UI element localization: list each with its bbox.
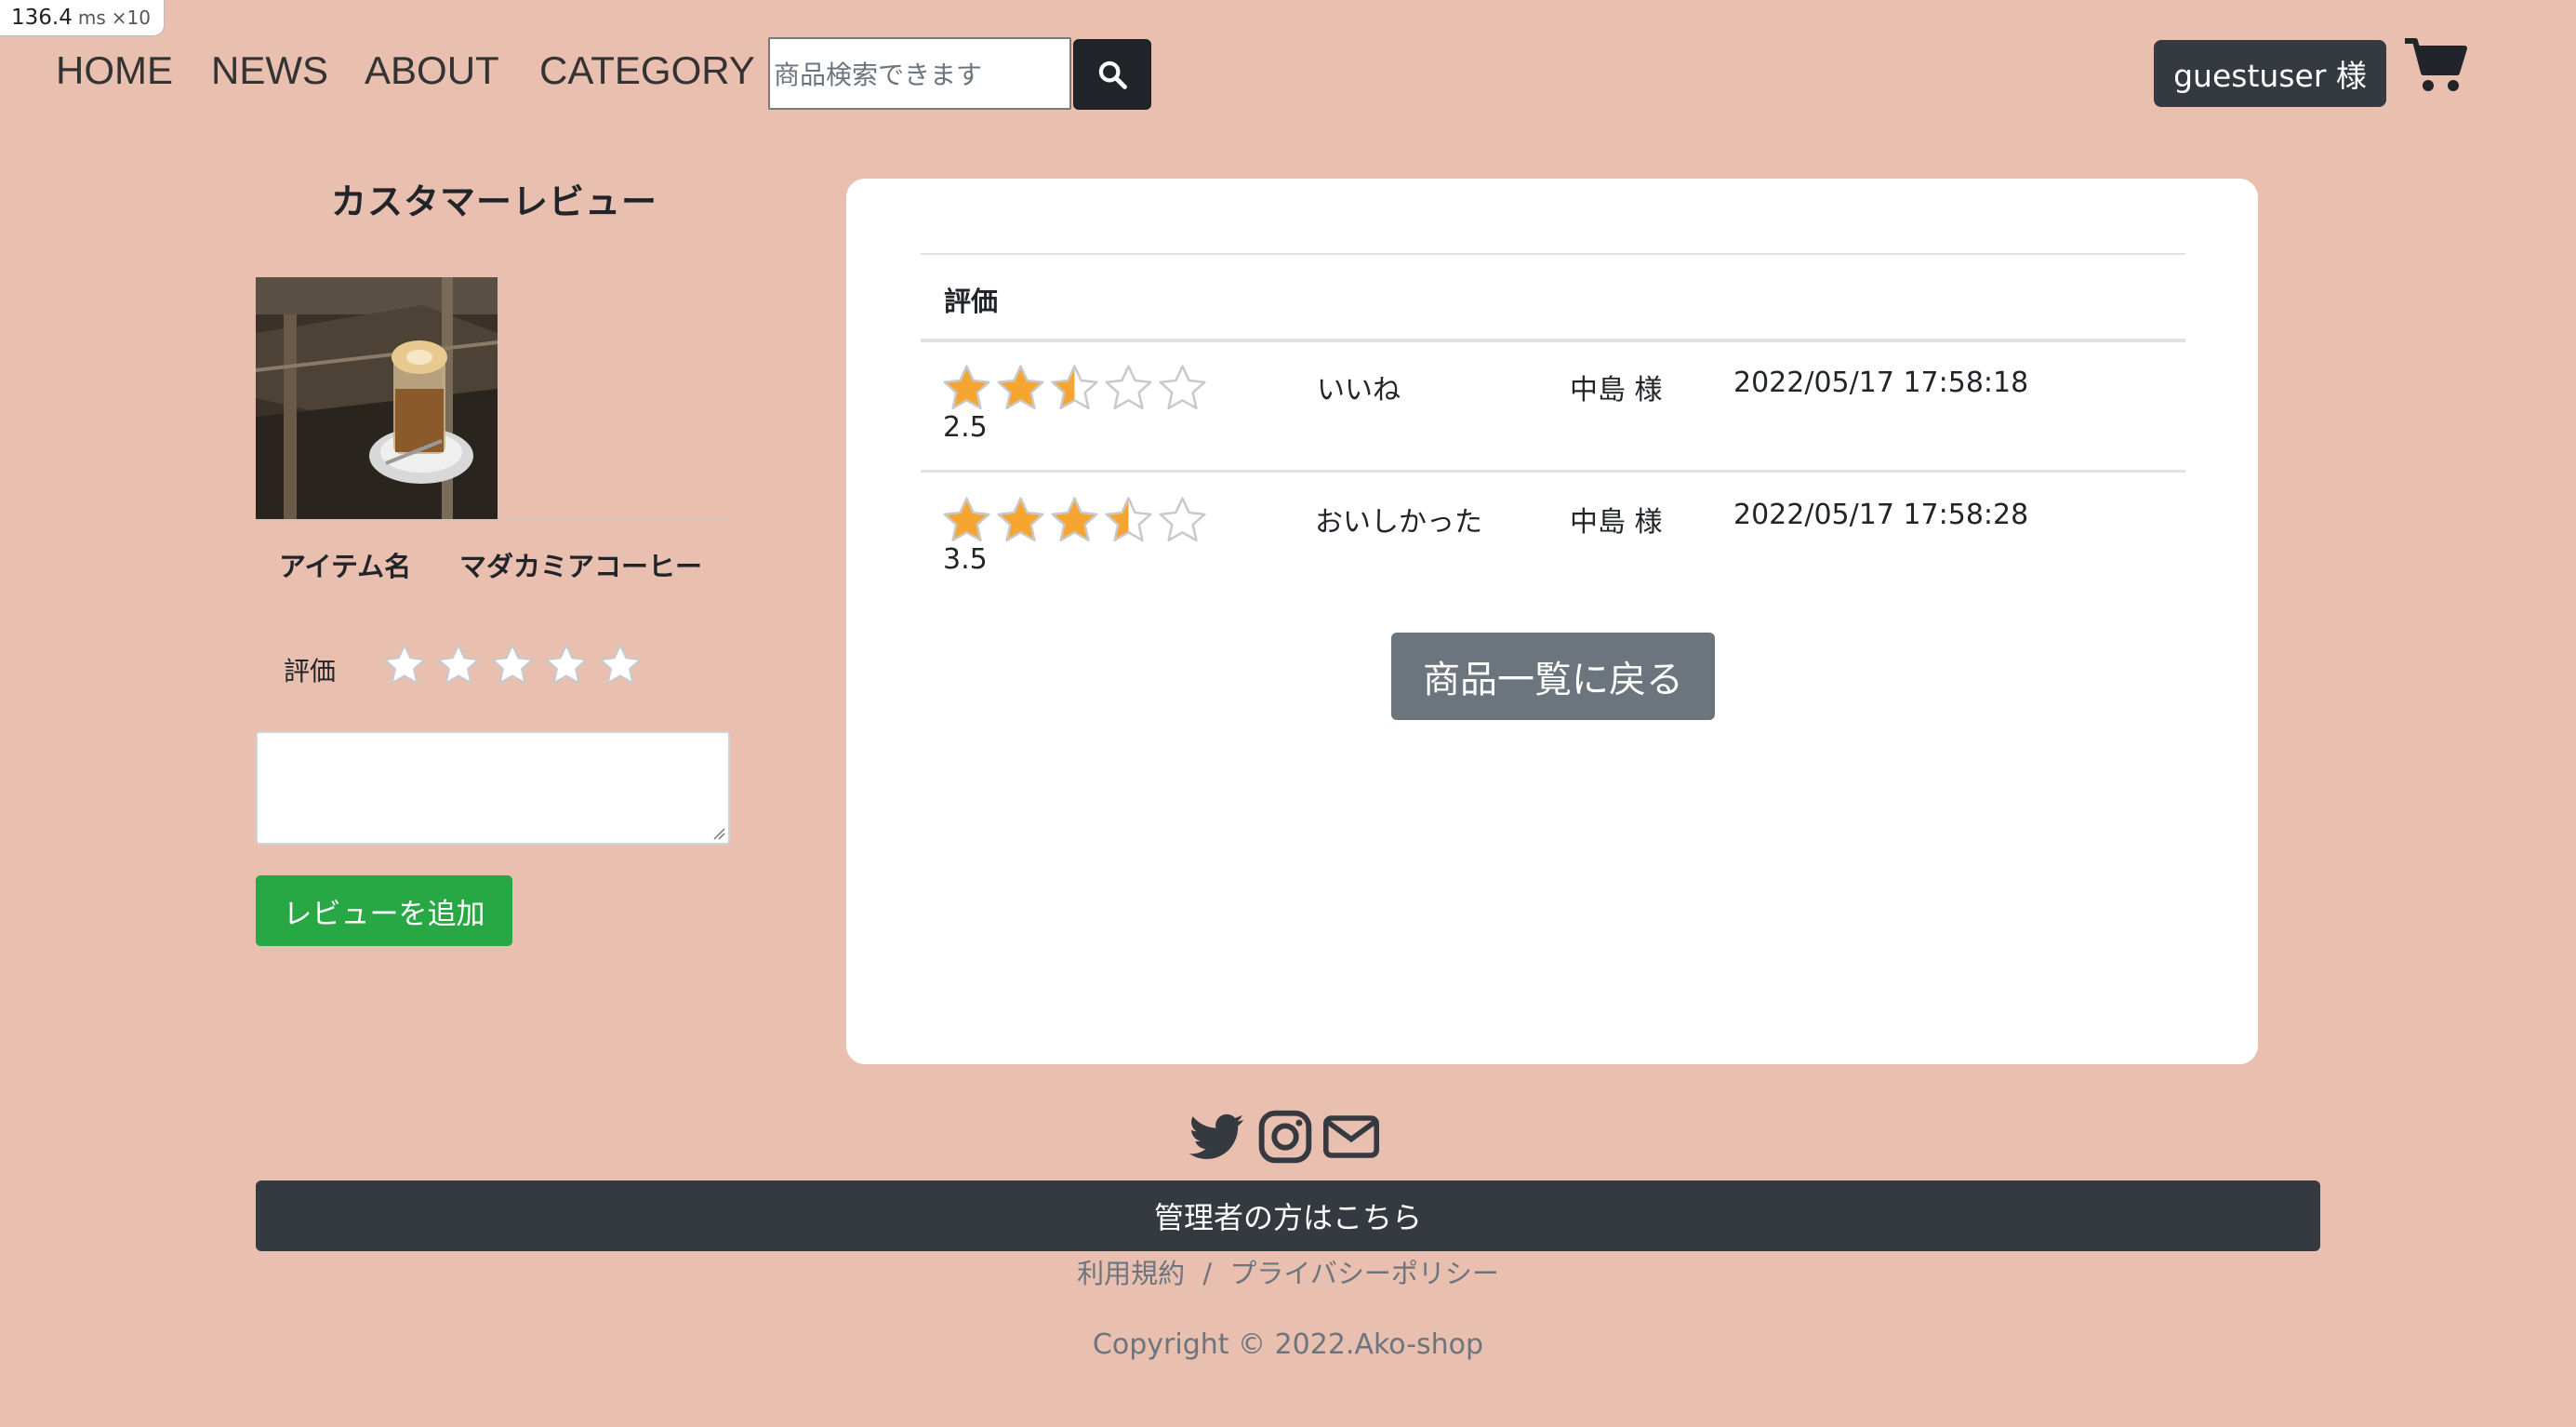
cart-icon[interactable]	[2403, 35, 2468, 95]
copyright-text: Copyright © 2022.Ako-shop	[1092, 1328, 1484, 1361]
twitter-icon[interactable]	[1187, 1107, 1246, 1167]
review-date: 2022/05/17 17:58:28	[1733, 499, 2029, 531]
search-input[interactable]: 商品検索できます	[768, 37, 1071, 110]
admin-link-button[interactable]: 管理者の方はこちら	[256, 1180, 2320, 1251]
terms-link[interactable]: 利用規約	[1077, 1258, 1185, 1289]
divider	[256, 519, 730, 521]
review-title: カスタマーレビュー	[331, 181, 658, 222]
review-rating-stars	[941, 495, 1208, 546]
table-header-rating: 評価	[944, 286, 999, 317]
review-user: 中島 様	[1570, 374, 1663, 407]
search-icon	[1098, 60, 1127, 89]
star-icon	[1051, 497, 1098, 542]
nav-category-link[interactable]: CATEGORY	[539, 43, 755, 99]
star-icon	[1105, 497, 1152, 542]
star-icon	[997, 497, 1044, 542]
nav-news-link[interactable]: NEWS	[211, 43, 328, 99]
table-header-border	[921, 339, 2185, 342]
star-icon	[1105, 365, 1152, 410]
search-button[interactable]	[1073, 39, 1151, 110]
perf-badge: 136.4 ms ×10	[0, 0, 165, 36]
nav-about-link[interactable]: ABOUT	[365, 43, 499, 99]
table-top-border	[921, 253, 2185, 255]
star-icon	[943, 497, 990, 542]
review-comment: いいね	[1317, 374, 1401, 407]
review-rating-value: 3.5	[943, 543, 988, 576]
table-row-border	[921, 470, 2185, 473]
footer-links: 利用規約 / プライバシーポリシー	[0, 1252, 2576, 1291]
review-date: 2022/05/17 17:58:18	[1733, 367, 2029, 399]
reviews-card	[846, 179, 2258, 1064]
item-name-label: アイテム名	[279, 551, 412, 582]
add-review-button[interactable]: レビューを追加	[256, 875, 512, 946]
star-icon	[997, 365, 1044, 410]
resize-handle-icon[interactable]	[710, 825, 725, 840]
star-icon	[1051, 365, 1098, 410]
footer-separator: /	[1202, 1258, 1213, 1289]
review-comment: おいしかった	[1315, 506, 1482, 539]
privacy-policy-link[interactable]: プライバシーポリシー	[1229, 1258, 1498, 1289]
perf-value: 136.4	[11, 6, 73, 30]
nav-home-link[interactable]: HOME	[56, 43, 173, 99]
review-textarea[interactable]	[256, 731, 730, 845]
perf-multiplier: ×10	[111, 7, 151, 29]
back-to-products-button[interactable]: 商品一覧に戻る	[1391, 633, 1715, 720]
rating-star-icon[interactable]	[597, 642, 644, 688]
envelope-icon[interactable]	[1321, 1107, 1382, 1167]
rating-label: 評価	[284, 656, 337, 687]
rating-star-icon[interactable]	[543, 642, 590, 688]
instagram-icon[interactable]	[1255, 1107, 1315, 1167]
rating-input[interactable]	[381, 642, 644, 688]
review-rating-value: 2.5	[943, 411, 988, 444]
product-image	[256, 277, 498, 519]
item-name-value: マダカミアコーヒー	[459, 551, 703, 582]
search-placeholder: 商品検索できます	[774, 60, 983, 90]
star-icon	[943, 365, 990, 410]
star-icon	[1159, 497, 1206, 542]
rating-star-icon[interactable]	[381, 642, 428, 688]
perf-unit: ms	[77, 7, 106, 29]
rating-star-icon[interactable]	[489, 642, 536, 688]
rating-star-icon[interactable]	[435, 642, 482, 688]
user-account-button[interactable]: guestuser 様	[2154, 40, 2386, 107]
review-user: 中島 様	[1570, 506, 1663, 539]
review-rating-stars	[941, 363, 1208, 414]
star-icon	[1159, 365, 1206, 410]
